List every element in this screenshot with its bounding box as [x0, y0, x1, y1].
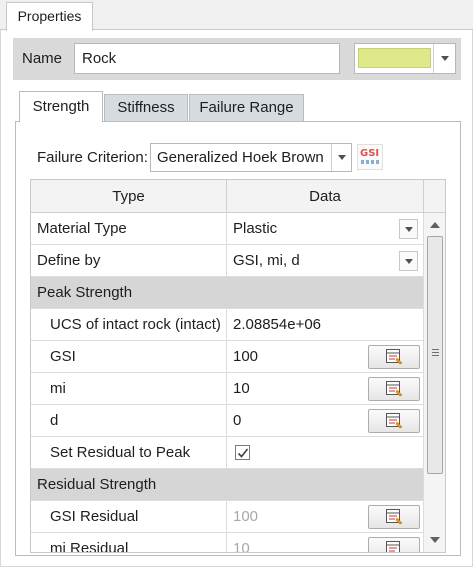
ucs-value[interactable]: 2.08854e+06	[227, 309, 423, 340]
table-edit-icon	[386, 381, 403, 397]
row-gsi-residual[interactable]: GSI Residual 100	[31, 501, 423, 533]
row-mi-residual[interactable]: mi Residual 10	[31, 533, 423, 553]
tab-strength[interactable]: Strength	[19, 91, 103, 122]
section-label: Peak Strength	[37, 284, 133, 301]
mi-residual-value[interactable]: 10	[227, 533, 423, 553]
gsi-residual-edit-button[interactable]	[368, 505, 420, 529]
color-swatch	[358, 48, 431, 68]
gsi-edit-button[interactable]	[368, 345, 420, 369]
row-label: mi	[31, 373, 227, 404]
scroll-down-icon[interactable]	[430, 537, 440, 543]
row-material-type[interactable]: Material Type Plastic	[31, 213, 423, 245]
row-mi[interactable]: mi 10	[31, 373, 423, 405]
material-type-value[interactable]: Plastic	[227, 213, 423, 244]
row-label: mi Residual	[31, 533, 227, 552]
gsi-residual-value[interactable]: 100	[227, 501, 423, 532]
column-header-type[interactable]: Type	[31, 180, 227, 213]
failure-criterion-value: Generalized Hoek Brown	[157, 149, 324, 166]
tab-failure-range[interactable]: Failure Range	[189, 94, 304, 121]
scroll-up-icon[interactable]	[430, 222, 440, 228]
gsi-icon: GSI	[360, 148, 380, 159]
mi-value-text: 10	[233, 380, 250, 397]
column-header-corner	[423, 180, 445, 213]
row-label: d	[31, 405, 227, 436]
mi-residual-value-text: 10	[233, 540, 250, 553]
table-edit-icon	[386, 413, 403, 429]
tab-properties[interactable]: Properties	[6, 2, 93, 31]
row-label: UCS of intact rock (intact) (	[31, 309, 227, 340]
property-grid: Type Data Material Type Plastic Define b…	[30, 179, 446, 553]
failure-criterion-dropdown-button[interactable]	[331, 144, 351, 171]
checkmark-icon	[237, 448, 249, 458]
material-type-dropdown-button[interactable]	[399, 219, 418, 239]
grid-scrollbar[interactable]	[423, 213, 445, 552]
define-by-dropdown-button[interactable]	[399, 251, 418, 271]
row-ucs[interactable]: UCS of intact rock (intact) ( 2.08854e+0…	[31, 309, 423, 341]
color-dropdown-button[interactable]	[433, 44, 455, 73]
row-define-by[interactable]: Define by GSI, mi, d	[31, 245, 423, 277]
grip-icon	[432, 349, 439, 356]
material-type-text: Plastic	[233, 220, 278, 237]
d-value[interactable]: 0	[227, 405, 423, 436]
gsi-chart-icon	[361, 160, 379, 164]
row-label: Set Residual to Peak	[31, 437, 227, 468]
table-edit-icon	[386, 541, 400, 552]
section-peak-strength[interactable]: Peak Strength	[31, 277, 423, 309]
row-label: GSI Residual	[31, 501, 227, 532]
row-gsi[interactable]: GSI 100	[31, 341, 423, 373]
set-residual-checkbox[interactable]	[235, 445, 250, 460]
tab-stiffness[interactable]: Stiffness	[104, 94, 188, 121]
gsi-value-text: 100	[233, 348, 259, 365]
name-label: Name	[22, 50, 63, 67]
row-label: GSI	[31, 341, 227, 372]
section-label: Residual Strength	[37, 476, 157, 493]
scrollbar-thumb[interactable]	[427, 236, 443, 474]
define-by-value[interactable]: GSI, mi, d	[227, 245, 423, 276]
d-edit-button[interactable]	[368, 409, 420, 433]
row-label: Define by	[31, 245, 227, 276]
chevron-down-icon	[405, 259, 413, 264]
table-edit-icon	[386, 509, 403, 525]
chevron-down-icon	[338, 155, 346, 160]
d-value-text: 0	[233, 412, 242, 429]
gsi-value[interactable]: 100	[227, 341, 423, 372]
name-input[interactable]: Rock	[74, 43, 340, 74]
row-d[interactable]: d 0	[31, 405, 423, 437]
column-header-data[interactable]: Data	[227, 180, 423, 213]
chevron-down-icon	[405, 227, 413, 232]
table-edit-icon	[386, 349, 403, 365]
row-set-residual[interactable]: Set Residual to Peak	[31, 437, 423, 469]
failure-criterion-label: Failure Criterion:	[37, 149, 148, 166]
row-label: Material Type	[31, 213, 227, 244]
gsi-residual-value-text: 100	[233, 508, 259, 525]
set-residual-value	[227, 437, 423, 468]
chevron-down-icon	[441, 56, 449, 61]
section-residual-strength[interactable]: Residual Strength	[31, 469, 423, 501]
mi-residual-edit-button[interactable]	[368, 537, 420, 552]
define-by-text: GSI, mi, d	[233, 252, 300, 269]
mi-edit-button[interactable]	[368, 377, 420, 401]
mi-value[interactable]: 10	[227, 373, 423, 404]
